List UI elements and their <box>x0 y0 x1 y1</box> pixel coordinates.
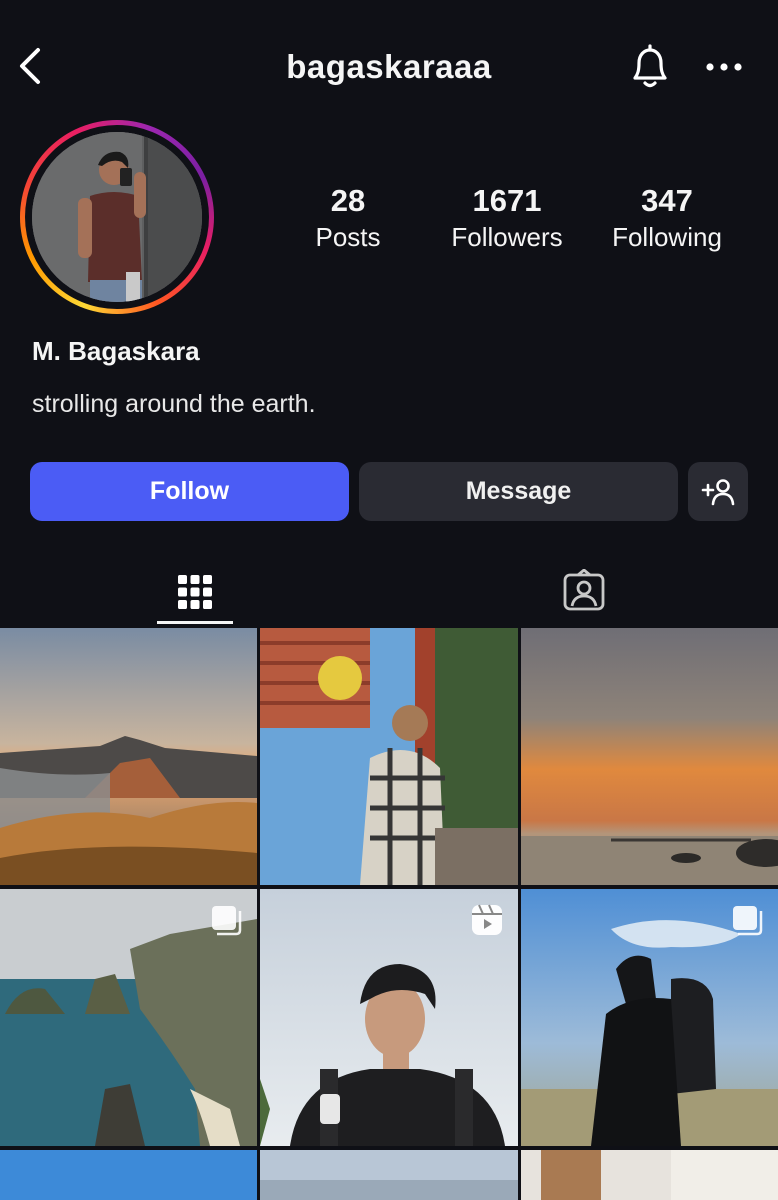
post-thumbnail-sky-2[interactable] <box>260 1150 518 1200</box>
profile-tabs <box>0 555 778 627</box>
suggest-user-button[interactable] <box>688 462 748 521</box>
profile-full-name: M. Bagaskara <box>32 336 200 366</box>
reel-icon <box>470 903 504 937</box>
posts-stat[interactable]: 28 Posts <box>263 182 433 254</box>
notification-bell-icon[interactable] <box>626 42 674 92</box>
post-thumbnail-sunset[interactable] <box>521 628 778 885</box>
post-thumbnail-volcano[interactable] <box>0 628 257 885</box>
tab-tagged[interactable] <box>519 555 649 627</box>
following-label: Following <box>612 222 722 252</box>
post-thumbnail-hiker[interactable] <box>521 889 778 1146</box>
add-person-icon <box>701 478 735 505</box>
posts-count: 28 <box>330 183 366 218</box>
following-count: 347 <box>641 183 693 218</box>
followers-label: Followers <box>451 222 563 252</box>
tab-posts-grid[interactable] <box>130 555 260 627</box>
follow-button[interactable]: Follow <box>30 462 349 521</box>
profile-avatar[interactable] <box>32 132 202 302</box>
post-thumbnail-sky[interactable] <box>0 1150 257 1200</box>
carousel-icon <box>209 903 243 937</box>
story-ring[interactable] <box>20 120 214 314</box>
profile-bio: strolling around the earth. <box>32 390 316 418</box>
more-options-icon[interactable] <box>700 54 748 80</box>
following-stat[interactable]: 347 Following <box>582 182 752 254</box>
grid-icon <box>178 575 212 609</box>
message-button[interactable]: Message <box>359 462 678 521</box>
tagged-person-icon <box>563 569 605 611</box>
posts-label: Posts <box>315 222 381 252</box>
active-tab-indicator <box>157 621 233 624</box>
post-thumbnail-interior[interactable] <box>521 1150 778 1200</box>
carousel-icon <box>730 903 764 937</box>
posts-grid <box>0 628 778 1200</box>
post-thumbnail-cliffs[interactable] <box>0 889 257 1146</box>
followers-count: 1671 <box>472 183 542 218</box>
post-thumbnail-pergola[interactable] <box>260 628 518 885</box>
top-bar: bagaskaraaa <box>0 0 778 130</box>
followers-stat[interactable]: 1671 Followers <box>422 182 592 254</box>
post-thumbnail-portrait[interactable] <box>260 889 518 1146</box>
